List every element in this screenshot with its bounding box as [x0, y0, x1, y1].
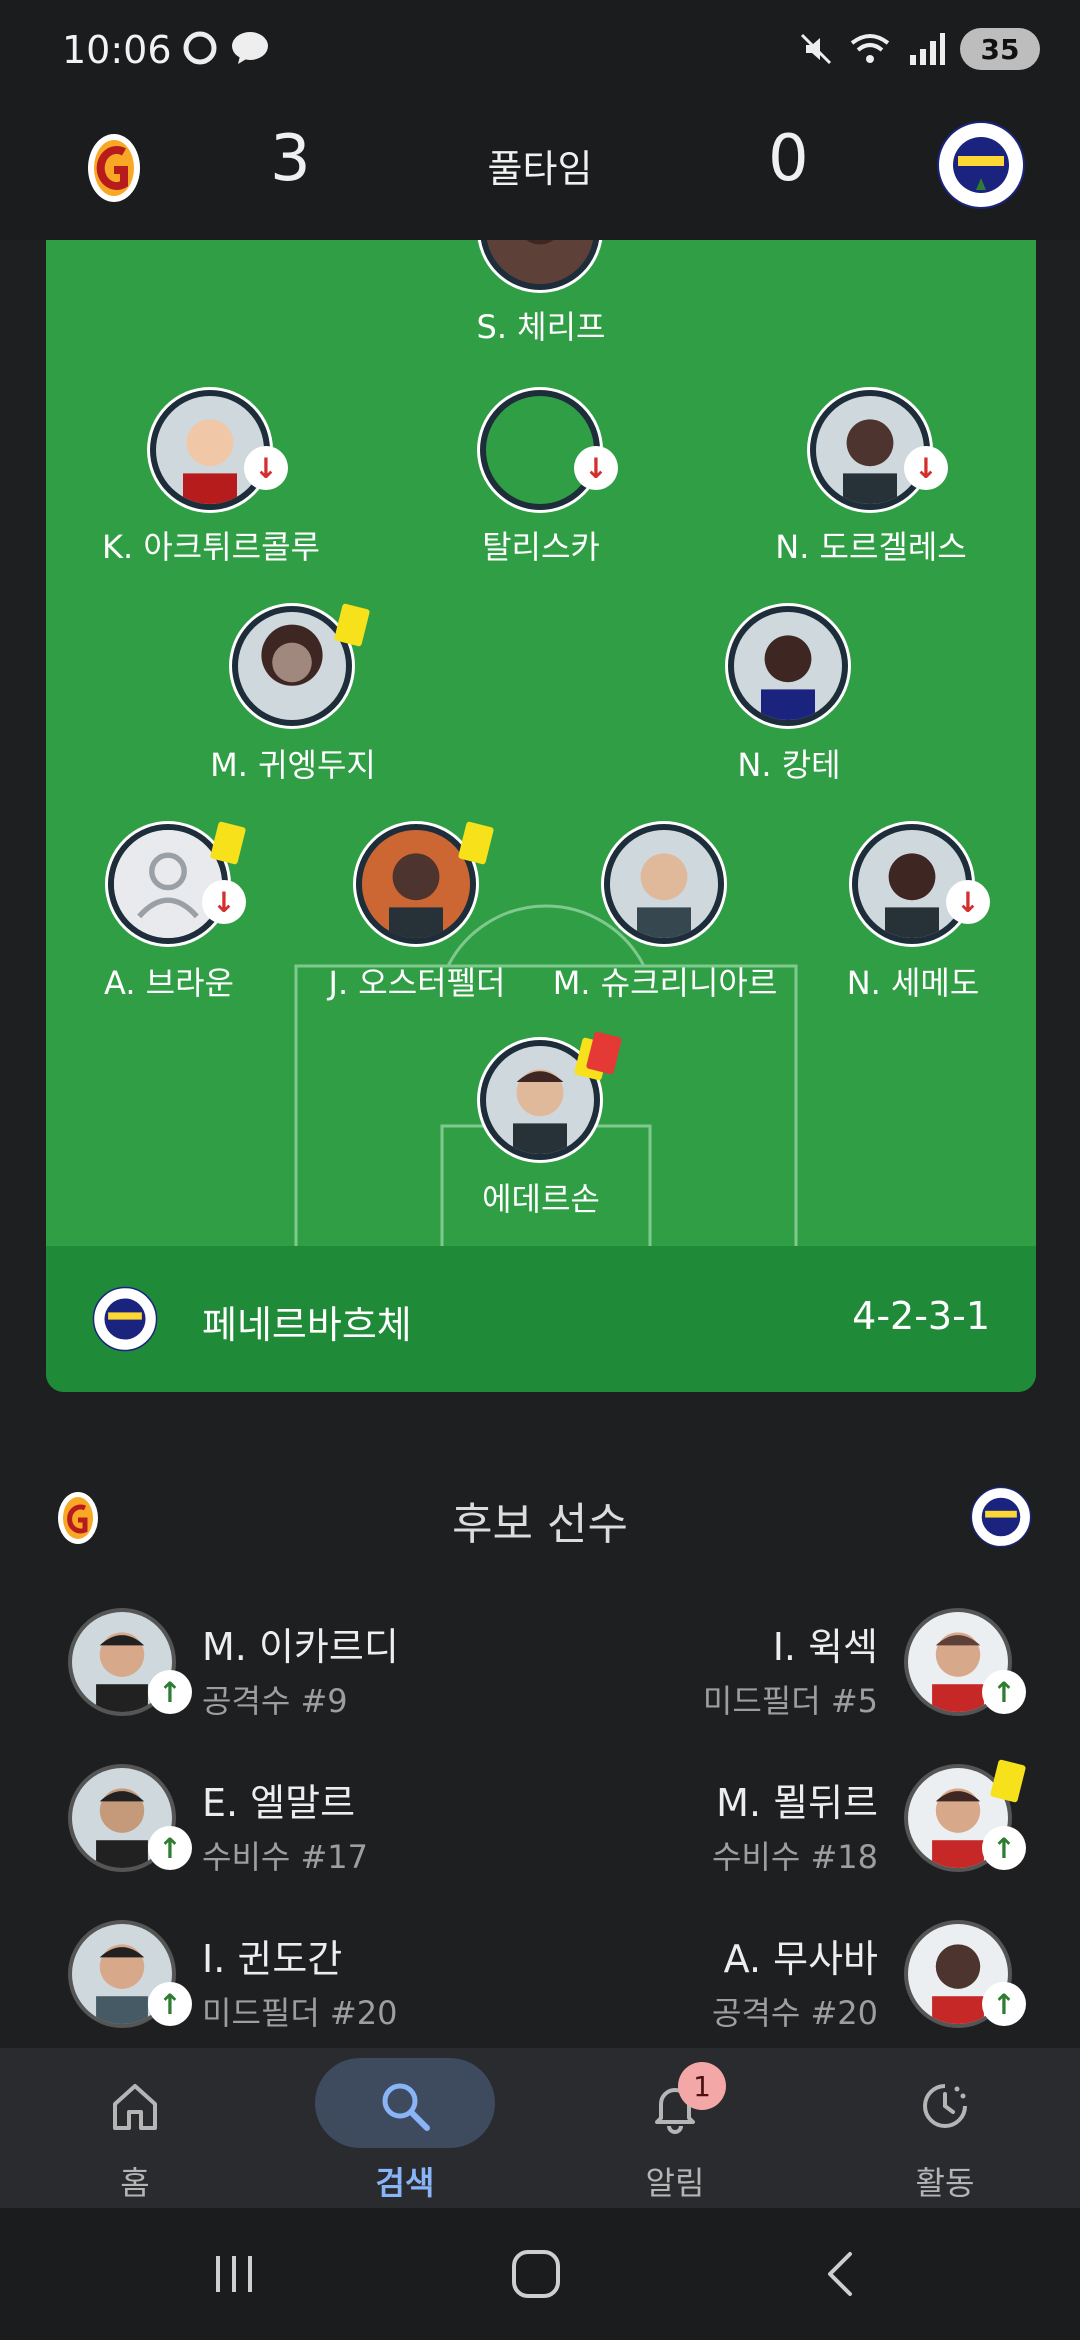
- signal-icon: [910, 33, 945, 65]
- sub-role: 미드필더 #5: [702, 1682, 878, 1720]
- sub-name: A. 무사바: [723, 1937, 878, 1981]
- lineup-team-footer: 페네르바흐체 4-2-3-1: [46, 1246, 1036, 1392]
- home-icon: [113, 2084, 157, 2130]
- sub-in-icon: ↑: [148, 1670, 192, 1714]
- sub-in-icon: ↑: [982, 1670, 1026, 1714]
- sub-out-icon: ↓: [244, 446, 288, 490]
- sub-out-icon: ↓: [202, 880, 246, 924]
- nav-label: 검색: [375, 2164, 435, 2202]
- mute-icon: [800, 33, 832, 65]
- substitute-row: ↑ E. 엘말르 수비수 #17 ↑ M. 묄뒤르 수비수 #18: [0, 1756, 1080, 1896]
- sub-name: M. 이카르디: [202, 1625, 399, 1669]
- player-avatar[interactable]: [728, 606, 848, 726]
- substitute-row: ↑ I. 귄도간 미드필더 #20 ↑ A. 무사바 공격수 #20: [0, 1912, 1080, 2052]
- sub-in-icon: ↑: [148, 1826, 192, 1870]
- player-name: A. 브라운: [104, 964, 234, 1002]
- player-avatar[interactable]: [604, 824, 724, 944]
- system-navigation-bar: [0, 2208, 1080, 2340]
- player-name: 탈리스카: [482, 528, 600, 566]
- activity-icon: [923, 2084, 967, 2128]
- sub-name: I. 귄도간: [202, 1937, 343, 1981]
- nav-label: 홈: [120, 2164, 150, 2202]
- nav-activity[interactable]: 활동: [810, 2048, 1080, 2208]
- lineup-team-name: 페네르바흐체: [202, 1303, 412, 1347]
- nav-home[interactable]: 홈: [0, 2048, 270, 2208]
- player-name: M. 귀엥두지: [210, 746, 376, 784]
- lineup-pitch: S. 체리프 ↓ K. 아크튀르콜루 ↓ 탈리스카 ↓ N. 도르겔레스 M. …: [46, 240, 1036, 1392]
- sub-name: E. 엘말르: [202, 1781, 356, 1825]
- player-name: K. 아크튀르콜루: [102, 528, 320, 566]
- player-avatar[interactable]: [356, 824, 476, 944]
- sub-role: 수비수 #18: [711, 1838, 878, 1876]
- sub-out-icon: ↓: [574, 446, 618, 490]
- substitutes-title: 후보 선수: [452, 1499, 628, 1550]
- nav-search[interactable]: 검색: [270, 2048, 540, 2208]
- player-name: N. 캉테: [737, 746, 841, 784]
- lineup-formation: 4-2-3-1: [852, 1294, 990, 1338]
- status-time: 10:06: [62, 28, 172, 72]
- player-name: N. 도르겔레스: [775, 528, 967, 566]
- fenerbahce-logo[interactable]: [936, 120, 1026, 210]
- opera-icon: [183, 31, 217, 65]
- sub-in-icon: ↑: [982, 1826, 1026, 1870]
- match-status: 풀타임: [487, 147, 593, 191]
- substitute-row: ↑ M. 이카르디 공격수 #9 ↑ I. 윅섹 미드필더 #5: [0, 1600, 1080, 1740]
- sub-out-icon: ↓: [946, 880, 990, 924]
- score-header: 3 풀타임 0: [0, 100, 1080, 240]
- recent-apps-icon[interactable]: [210, 2250, 258, 2298]
- sub-in-icon: ↑: [982, 1982, 1026, 2026]
- player-name: N. 세메도: [846, 964, 980, 1002]
- away-score: 0: [768, 122, 809, 196]
- fenerbahce-logo: [92, 1286, 158, 1352]
- player-avatar[interactable]: [232, 606, 352, 726]
- sub-name: I. 윅섹: [772, 1625, 878, 1669]
- player-name: M. 슈크리니아르: [552, 964, 778, 1002]
- sub-role: 공격수 #9: [202, 1682, 348, 1720]
- wifi-icon: [850, 34, 890, 63]
- nav-label: 알림: [645, 2164, 705, 2202]
- notification-badge: 1: [678, 2062, 726, 2110]
- sub-in-icon: ↑: [148, 1982, 192, 2026]
- talk-icon: [232, 32, 268, 64]
- fenerbahce-logo: [970, 1486, 1032, 1548]
- battery-indicator: 35: [960, 28, 1040, 70]
- sub-out-icon: ↓: [904, 446, 948, 490]
- nav-notifications[interactable]: 1 알림: [540, 2048, 810, 2208]
- player-name: J. 오스터펠더: [328, 964, 506, 1002]
- bottom-navigation: 홈 검색 1 알림 활동: [0, 2048, 1080, 2208]
- home-button-icon[interactable]: [510, 2248, 562, 2300]
- search-icon: [382, 2083, 430, 2131]
- sub-name: M. 묄뒤르: [716, 1781, 878, 1825]
- back-icon[interactable]: [820, 2248, 860, 2300]
- status-bar: 10:06 35: [0, 0, 1080, 100]
- sub-role: 공격수 #20: [711, 1994, 878, 2032]
- player-name: S. 체리프: [476, 308, 606, 346]
- yellow-card-icon: [989, 1759, 1027, 1803]
- nav-label: 활동: [915, 2164, 975, 2202]
- sub-role: 수비수 #17: [202, 1838, 369, 1876]
- player-name: 에데르손: [482, 1180, 600, 1218]
- sub-role: 미드필더 #20: [202, 1994, 398, 2032]
